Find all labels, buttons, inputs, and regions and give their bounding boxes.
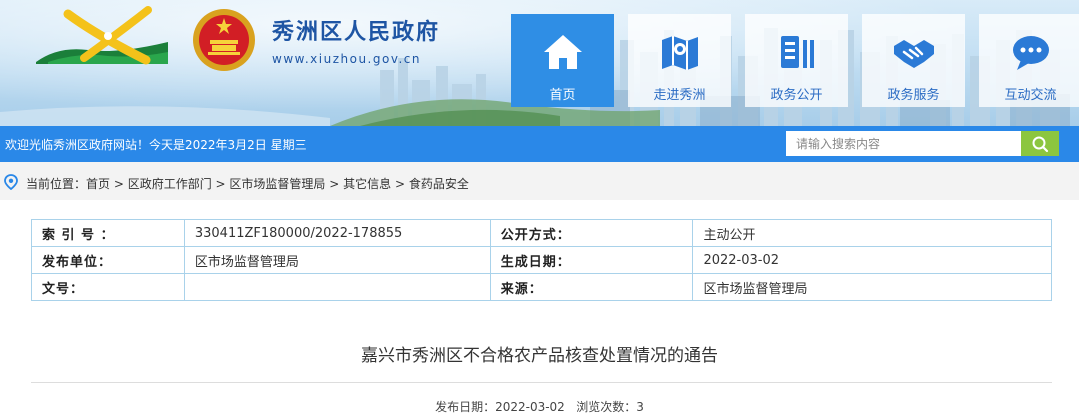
document-meta-table: 索 引 号 ： 330411ZF180000/2022-178855 公开方式：… [31,219,1052,301]
publish-date: 2022-03-02 [495,400,565,414]
info-spacer [565,400,576,414]
breadcrumb-trail: 当前位置：首页 > 区政府工作部门 > 区市场监督管理局 > 其它信息 > 食药… [26,175,469,192]
meta-value-publisher: 区市场监督管理局 [183,246,491,274]
article-title: 嘉兴市秀洲区不合格农产品核查处置情况的通告 [361,346,718,366]
map-icon [661,36,698,70]
nav-item-home[interactable]: 首页 [511,14,614,107]
meta-value-index-number: 330411ZF180000/2022-178855 [183,219,491,247]
nav-label: 政务公开 [770,88,823,103]
breadcrumb-link-market-bureau[interactable]: 区市场监督管理局 [229,177,325,191]
nav-label: 首页 [549,88,576,103]
meta-key-index-number: 索 引 号 ： [31,219,185,247]
nav-item-about-xiuzhou[interactable]: 走进秀洲 [628,14,731,107]
nav-item-interaction[interactable]: 互动交流 [979,14,1079,107]
breadcrumb-separator: > [211,177,230,191]
breadcrumb-separator: > [325,177,344,191]
meta-key-publisher: 发布单位： [31,246,185,274]
breadcrumb-separator: > [391,177,409,191]
site-title: 秀洲区人民政府 [272,20,441,45]
breadcrumb-prefix: 当前位置： [26,177,87,191]
breadcrumb-link-other-info[interactable]: 其它信息 [343,177,391,191]
xiuzhou-logo [36,6,168,65]
breadcrumb-link-food-drug-safety[interactable]: 食药品安全 [409,177,469,191]
table-row: 发布单位： 区市场监督管理局 生成日期： 2022-03-02 [31,246,1052,274]
handshake-icon [893,40,934,68]
chat-icon [1012,36,1049,70]
nav-item-government-services[interactable]: 政务服务 [862,14,965,107]
search-input[interactable] [786,131,1022,156]
view-count: 3 [636,400,644,414]
breadcrumb-link-home[interactable]: 首页 [86,177,110,191]
nav-label: 政务服务 [887,88,940,103]
publish-date-label: 发布日期： [435,400,496,414]
meta-value-source: 区市场监督管理局 [692,273,1052,301]
title-divider [31,382,1052,383]
table-row: 索 引 号 ： 330411ZF180000/2022-178855 公开方式：… [31,219,1052,247]
search-icon [1032,136,1049,152]
site-domain: www.xiuzhou.gov.cn [272,52,422,66]
publish-info: 发布日期：2022-03-02 浏览次数：3 [0,398,1079,415]
nav-label: 互动交流 [1004,88,1057,103]
meta-value-created-date: 2022-03-02 [692,246,1052,274]
location-pin-icon [4,174,18,190]
breadcrumb-separator: > [110,177,128,191]
meta-key-document-number: 文号： [31,273,185,301]
nav-label: 走进秀洲 [653,88,706,103]
nav-item-government-affairs-disclosure[interactable]: 政务公开 [745,14,848,107]
home-icon [543,35,582,69]
welcome-message: 欢迎光临秀洲区政府网站！今天是2022年3月2日 星期三 [5,138,307,152]
site-header: 秀洲区人民政府 www.xiuzhou.gov.cn 首页 走进秀洲 政务公开 … [0,0,1079,126]
meta-value-document-number [183,273,491,301]
meta-key-source: 来源： [489,273,694,301]
view-count-label: 浏览次数： [576,400,637,414]
breadcrumb: 当前位置：首页 > 区政府工作部门 > 区市场监督管理局 > 其它信息 > 食药… [0,162,1079,200]
meta-key-disclosure-method: 公开方式： [489,219,694,247]
document-icon [780,36,814,68]
top-bar: 欢迎光临秀洲区政府网站！今天是2022年3月2日 星期三 [0,126,1079,162]
national-emblem [193,9,255,71]
search-button[interactable] [1021,131,1059,156]
breadcrumb-link-departments[interactable]: 区政府工作部门 [128,177,212,191]
meta-value-disclosure-method: 主动公开 [692,219,1052,247]
table-row: 文号： 来源： 区市场监督管理局 [31,273,1052,301]
meta-key-created-date: 生成日期： [489,246,694,274]
